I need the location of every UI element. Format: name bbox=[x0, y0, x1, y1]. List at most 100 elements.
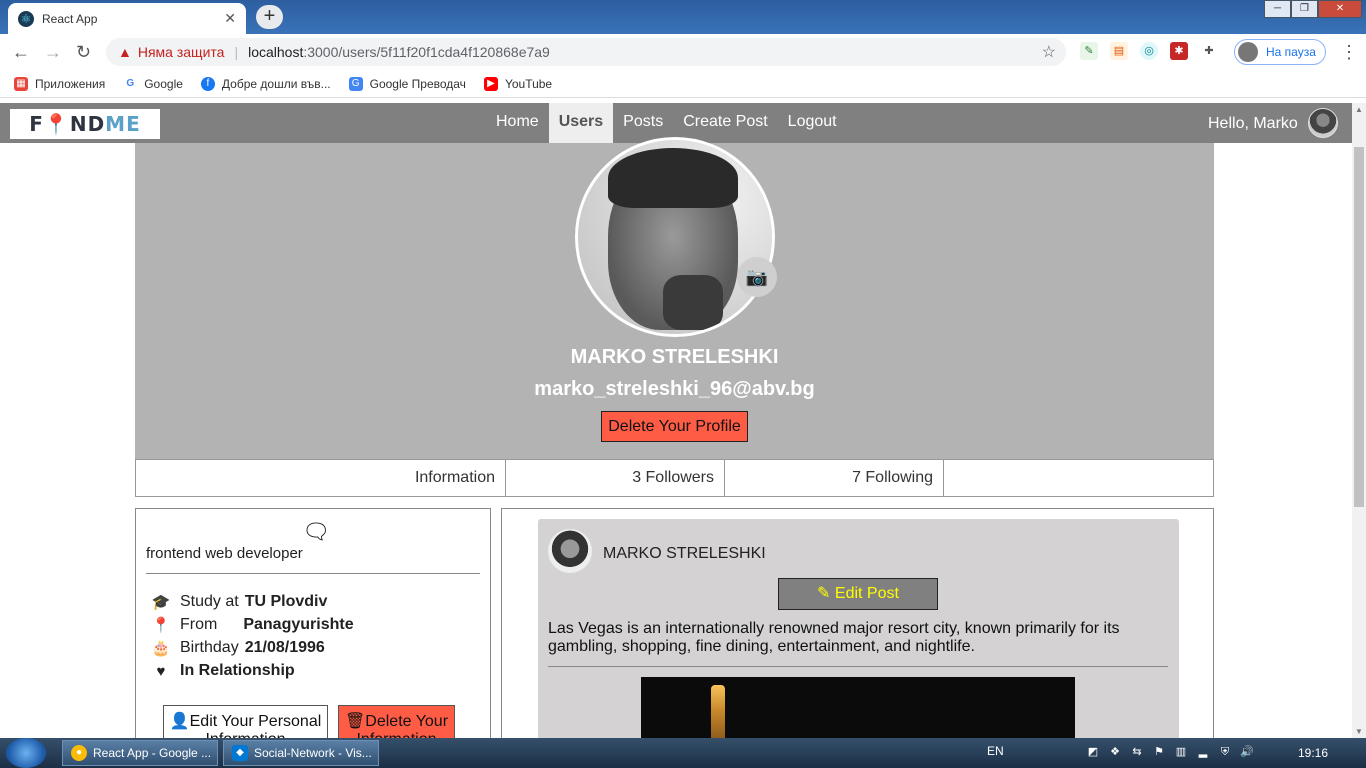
profile-name: MARKO STRELESHKI bbox=[570, 346, 779, 368]
scrollbar-thumb[interactable] bbox=[1354, 147, 1364, 507]
chrome-icon: ● bbox=[71, 745, 87, 761]
bio-text: frontend web developer bbox=[146, 545, 303, 562]
forward-arrow-icon[interactable]: → bbox=[44, 42, 62, 63]
profile-chip[interactable]: На пауза bbox=[1234, 39, 1326, 65]
reload-icon[interactable]: ↻ bbox=[76, 42, 91, 63]
back-arrow-icon[interactable]: ← bbox=[12, 42, 30, 63]
extension-red-icon[interactable]: ✱ bbox=[1170, 42, 1188, 60]
start-button[interactable] bbox=[6, 738, 46, 768]
delete-profile-button[interactable]: Delete Your Profile bbox=[601, 411, 748, 442]
tab-information[interactable]: Information bbox=[136, 460, 506, 496]
address-bar[interactable]: ▲ Няма защита | localhost :3000/users/5f… bbox=[106, 38, 1066, 66]
profile-status: На пауза bbox=[1266, 45, 1316, 59]
bookmark-label: Добре дошли във... bbox=[221, 76, 331, 91]
language-indicator[interactable]: EN bbox=[987, 744, 1004, 758]
navbar-avatar[interactable] bbox=[1308, 108, 1338, 138]
post-author-avatar[interactable] bbox=[548, 529, 592, 573]
new-tab-button[interactable]: + bbox=[256, 5, 283, 29]
maximize-button[interactable]: ❐ bbox=[1291, 0, 1318, 18]
bookmark-youtube[interactable]: ▶ YouTube bbox=[483, 76, 553, 91]
tab-followers[interactable]: 3 Followers bbox=[506, 460, 725, 496]
info-label: Birthday bbox=[180, 639, 239, 656]
browser-toolbar: ← → ↻ ▲ Няма защита | localhost :3000/us… bbox=[0, 34, 1366, 70]
edit-icon: ✎ bbox=[817, 585, 831, 602]
nav-logout[interactable]: Logout bbox=[778, 103, 847, 143]
info-value: 21/08/1996 bbox=[244, 639, 325, 656]
bookmark-star-icon[interactable]: ☆ bbox=[1042, 42, 1056, 62]
warning-icon[interactable]: ▲ bbox=[118, 44, 132, 60]
tray-app-icon[interactable]: ◩ bbox=[1086, 745, 1100, 759]
info-divider bbox=[146, 573, 480, 574]
nav-home[interactable]: Home bbox=[486, 103, 549, 143]
facebook-icon: f bbox=[200, 76, 215, 91]
graduation-cap-icon: 🎓 bbox=[151, 594, 171, 611]
bookmark-apps[interactable]: ▦ Приложения bbox=[14, 76, 106, 91]
bookmark-google-translate[interactable]: G Google Преводач bbox=[348, 76, 466, 91]
bookmarks-bar: ▦ Приложения G Google f Добре дошли във.… bbox=[0, 70, 1366, 98]
edit-post-button[interactable]: ✎ Edit Post bbox=[778, 578, 938, 610]
tab-empty bbox=[944, 460, 1213, 496]
extension-target-icon[interactable]: ◎ bbox=[1140, 42, 1158, 60]
info-row-birthday: 🎂 Birthday 21/08/1996 bbox=[150, 639, 325, 657]
post-card: MARKO STRELESHKI ✎ Edit Post Las Vegas i… bbox=[538, 519, 1179, 749]
profile-email: marko_streleshki_96@abv.bg bbox=[534, 378, 815, 400]
nav-users[interactable]: Users bbox=[548, 103, 614, 143]
minimize-button[interactable]: ─ bbox=[1264, 0, 1291, 18]
clock[interactable]: 19:16 bbox=[1298, 746, 1328, 760]
post-divider bbox=[548, 666, 1168, 667]
info-row-relationship: ♥ In Relationship bbox=[150, 662, 295, 680]
tray-battery-icon[interactable]: ▥ bbox=[1174, 745, 1188, 759]
security-status[interactable]: Няма защита bbox=[138, 44, 225, 60]
extensions-puzzle-icon[interactable]: ✚ bbox=[1200, 42, 1218, 60]
posts-area: MARKO STRELESHKI ✎ Edit Post Las Vegas i… bbox=[501, 508, 1214, 749]
bookmark-facebook[interactable]: f Добре дошли във... bbox=[200, 76, 331, 91]
greeting: Hello, Marko bbox=[1208, 115, 1298, 132]
info-value: TU Plovdiv bbox=[244, 593, 328, 610]
personal-info-card: 🗨 frontend web developer 🎓 Study at TU P… bbox=[135, 508, 491, 749]
extension-calendar-icon[interactable]: ▤ bbox=[1110, 42, 1128, 60]
camera-icon[interactable]: 📷 bbox=[737, 257, 777, 297]
taskbar-vscode[interactable]: ◆ Social-Network - Vis... bbox=[223, 740, 379, 766]
window-close-button[interactable]: ✕ bbox=[1318, 0, 1362, 18]
apps-grid-icon: ▦ bbox=[14, 76, 28, 91]
logo-text-me: ME bbox=[105, 112, 141, 136]
profile-picture bbox=[575, 137, 775, 337]
window-controls: ─ ❐ ✕ bbox=[1264, 0, 1362, 18]
tab-close-icon[interactable]: ✕ bbox=[224, 10, 236, 27]
volume-icon[interactable]: 🔊 bbox=[1240, 745, 1254, 759]
bookmark-google[interactable]: G Google bbox=[123, 76, 183, 91]
taskbar-chrome[interactable]: ● React App - Google ... bbox=[62, 740, 218, 766]
map-pin-logo-icon: 📍 bbox=[43, 112, 70, 136]
system-tray: ◩ ❖ ⇆ ⚑ ▥ ▂ ⛨ 🔊 bbox=[1086, 745, 1254, 759]
page-scrollbar[interactable]: ▲ ▼ bbox=[1352, 103, 1366, 738]
bookmark-label: Приложения bbox=[35, 76, 106, 91]
network-signal-icon[interactable]: ▂ bbox=[1196, 745, 1210, 759]
post-author-name[interactable]: MARKO STRELESHKI bbox=[603, 545, 766, 563]
info-row-study: 🎓 Study at TU Plovdiv bbox=[150, 593, 328, 611]
heart-icon: ♥ bbox=[156, 662, 166, 680]
bookmark-label: YouTube bbox=[504, 76, 553, 91]
chat-bubble-icon: 🗨 bbox=[302, 519, 330, 544]
bookmark-label: Google bbox=[144, 76, 183, 91]
tray-security-icon[interactable]: ⛨ bbox=[1218, 745, 1232, 759]
browser-tabstrip: ⚛ React App ✕ + ─ ❐ ✕ bbox=[0, 0, 1366, 34]
taskbar-item-label: React App - Google ... bbox=[93, 746, 212, 760]
url-path: :3000/users/5f11f20f1cda4f120868e7a9 bbox=[303, 44, 550, 60]
browser-tab[interactable]: ⚛ React App ✕ bbox=[8, 3, 246, 34]
info-label: From bbox=[180, 616, 218, 633]
dropbox-icon[interactable]: ❖ bbox=[1108, 745, 1122, 759]
tray-arrows-icon[interactable]: ⇆ bbox=[1130, 745, 1144, 759]
findme-logo[interactable]: F 📍 ND ME bbox=[10, 109, 160, 139]
scroll-up-icon[interactable]: ▲ bbox=[1355, 105, 1363, 114]
tab-following[interactable]: 7 Following bbox=[725, 460, 944, 496]
info-label: Study at bbox=[180, 593, 239, 610]
google-icon: G bbox=[123, 76, 138, 91]
youtube-icon: ▶ bbox=[483, 76, 498, 91]
profile-cover: 📷 MARKO STRELESHKI marko_streleshki_96@a… bbox=[135, 137, 1214, 459]
extension-clip-icon[interactable]: ✎ bbox=[1080, 42, 1098, 60]
tray-flag-icon[interactable]: ⚑ bbox=[1152, 745, 1166, 759]
browser-menu-icon[interactable]: ⋮ bbox=[1340, 42, 1358, 63]
logo-text-nd: ND bbox=[69, 112, 106, 136]
scroll-down-icon[interactable]: ▼ bbox=[1355, 727, 1363, 736]
birthday-cake-icon: 🎂 bbox=[151, 640, 171, 657]
